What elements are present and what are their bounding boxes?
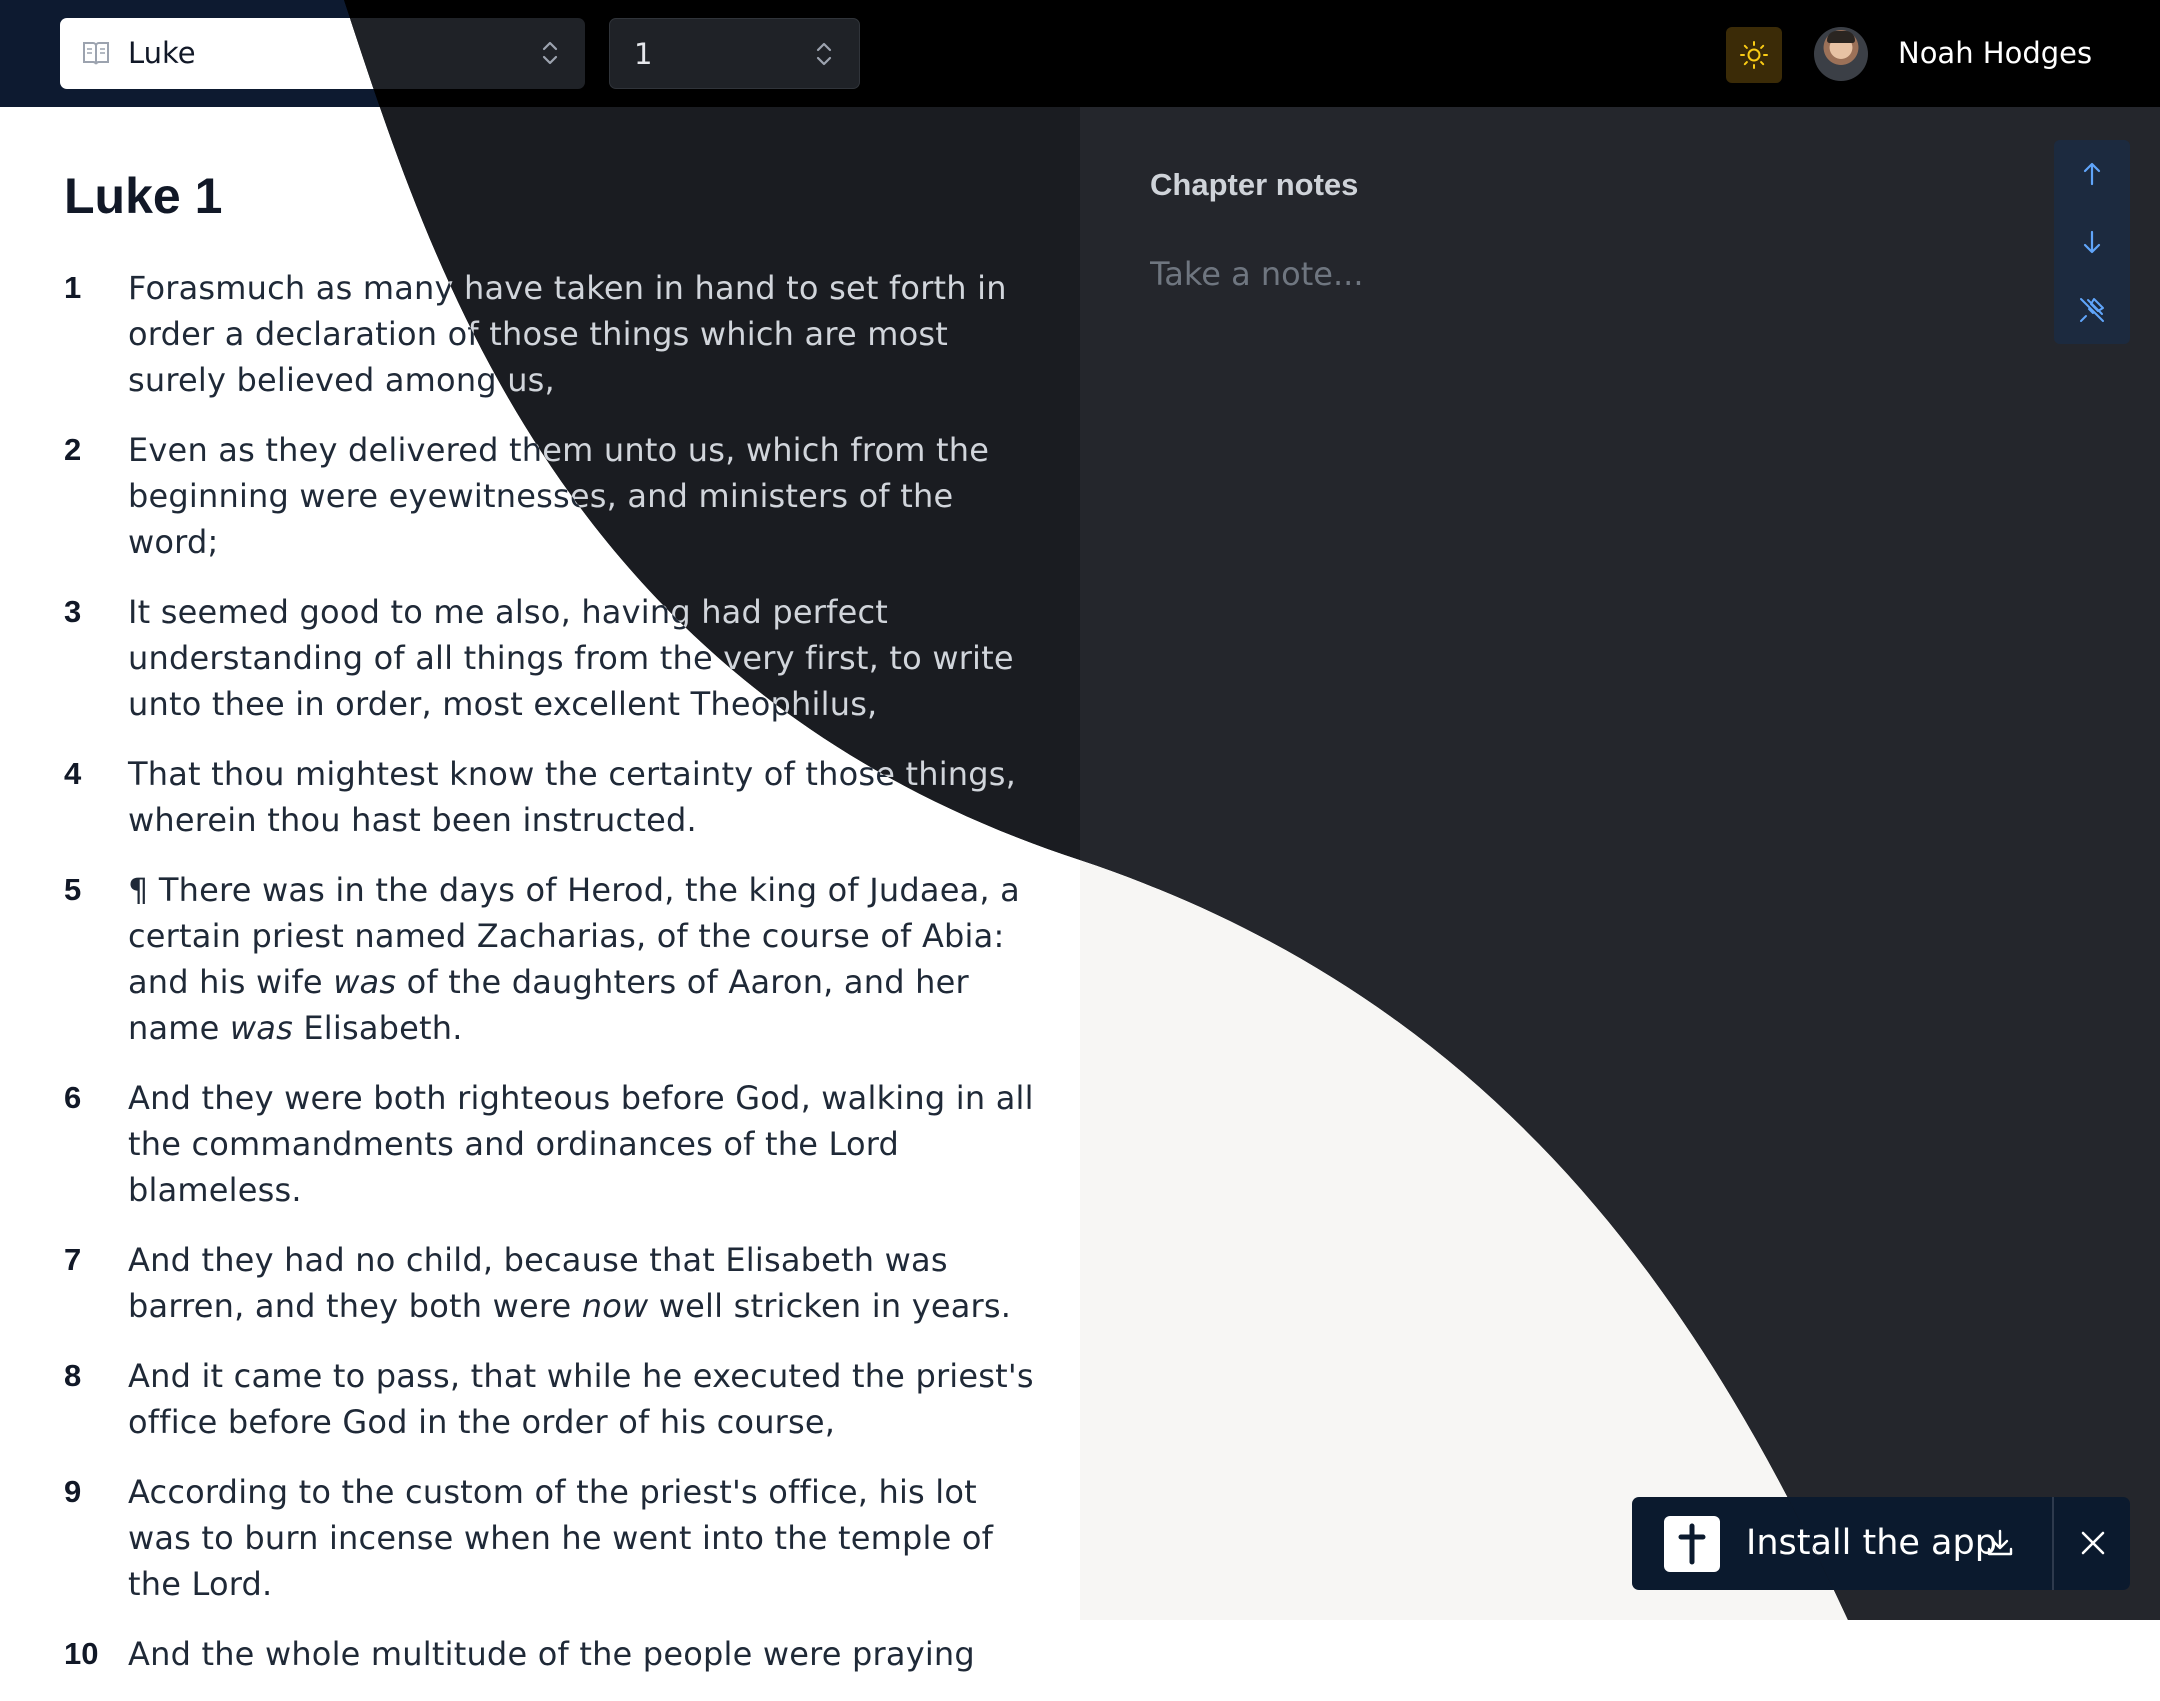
book-select[interactable]: Luke — [60, 18, 585, 89]
italic-word: now — [581, 1287, 649, 1325]
chapter-select-value: 1 — [634, 37, 653, 71]
verse-number: 8 — [64, 1358, 82, 1393]
bible-reader: Luke 1 1 Forasmuch as many have taken in … — [0, 107, 1080, 1673]
verse-text: According to the custom of the priest's … — [128, 1473, 994, 1603]
verse[interactable]: 10 And the whole multitude of the people … — [64, 1631, 1034, 1677]
chapter-notes-panel: Chapter notes — [1080, 107, 2160, 1620]
verse-number: 10 — [64, 1636, 99, 1671]
verse-number: 7 — [64, 1242, 82, 1277]
verse-text: That thou mightest know the certainty of… — [128, 755, 1017, 839]
scroll-up-button[interactable] — [2072, 154, 2112, 194]
scroll-down-button[interactable] — [2072, 222, 2112, 262]
verse[interactable]: 5 ¶ There was in the days of Herod, the k… — [64, 867, 1034, 1051]
verse[interactable]: 9 According to the custom of the priest's… — [64, 1469, 1034, 1607]
verse[interactable]: 4 That thou mightest know the certainty o… — [64, 751, 1034, 843]
app-logo — [1664, 1516, 1720, 1572]
arrow-down-icon — [2083, 230, 2101, 254]
install-banner: Install the app — [1632, 1497, 2130, 1590]
verse-text: It seemed good to me also, having had pe… — [128, 593, 1014, 723]
top-bar: Luke 1 Noah Hodges — [0, 0, 2160, 107]
verse-text-part: Elisabeth. — [292, 1009, 463, 1047]
verse[interactable]: 8 And it came to pass, that while he exec… — [64, 1353, 1034, 1445]
verse-number: 1 — [64, 270, 82, 305]
verse[interactable]: 7 And they had no child, because that Eli… — [64, 1237, 1034, 1329]
arrow-up-icon — [2083, 162, 2101, 186]
unpin-icon — [2080, 298, 2104, 322]
notes-toolbar — [2054, 140, 2130, 344]
verse[interactable]: 3 It seemed good to me also, having had p… — [64, 589, 1034, 727]
italic-word: was — [229, 1009, 293, 1047]
book-select-value: Luke — [128, 36, 196, 70]
verse-number: 3 — [64, 594, 82, 629]
verse-text: And they were both righteous before God,… — [128, 1079, 1034, 1209]
avatar[interactable] — [1814, 27, 1868, 81]
chevron-up-down-icon — [542, 41, 558, 65]
verse-text: ¶ There was in the days of Herod, the ki… — [128, 867, 1034, 1051]
verse-text: And they had no child, because that Elis… — [128, 1237, 1034, 1329]
verse-text: Forasmuch as many have taken in hand to … — [128, 269, 1007, 399]
verse-text: Even as they delivered them unto us, whi… — [128, 431, 990, 561]
note-input[interactable] — [1150, 255, 1950, 293]
open-book-icon — [83, 42, 109, 65]
verse-text: And the whole multitude of the people we… — [128, 1635, 975, 1673]
verse-number: 6 — [64, 1080, 82, 1115]
sun-icon — [1740, 41, 1768, 69]
verse-list: 1 Forasmuch as many have taken in hand to… — [64, 265, 1034, 1701]
download-icon[interactable] — [1982, 1525, 2018, 1561]
divider — [2052, 1497, 2054, 1590]
verse[interactable]: 6 And they were both righteous before God… — [64, 1075, 1034, 1213]
theme-toggle-button[interactable] — [1726, 27, 1782, 83]
verse-number: 9 — [64, 1474, 82, 1509]
verse-number: 5 — [64, 872, 82, 907]
close-icon[interactable] — [2074, 1524, 2112, 1562]
verse[interactable]: 1 Forasmuch as many have taken in hand to… — [64, 265, 1034, 403]
chevron-up-down-icon — [816, 42, 832, 66]
cross-icon — [1678, 1523, 1706, 1565]
user-name[interactable]: Noah Hodges — [1898, 0, 2092, 107]
verse[interactable]: 2 Even as they delivered them unto us, wh… — [64, 427, 1034, 565]
verse-number: 2 — [64, 432, 82, 467]
verse-text-part: well stricken in years. — [648, 1287, 1012, 1325]
italic-word: was — [333, 963, 397, 1001]
app-light-layer: Luke 1 Noah Hodges Luke 1 1 Forasmuch as … — [0, 0, 2160, 1673]
chapter-select[interactable]: 1 — [609, 18, 860, 89]
verse-text: And it came to pass, that while he execu… — [128, 1357, 1034, 1441]
notes-title: Chapter notes — [1150, 167, 1359, 202]
unpin-button[interactable] — [2072, 290, 2112, 330]
install-app-button[interactable]: Install the app — [1746, 1497, 1997, 1590]
verse-number: 4 — [64, 756, 82, 791]
chapter-title: Luke 1 — [64, 168, 223, 224]
